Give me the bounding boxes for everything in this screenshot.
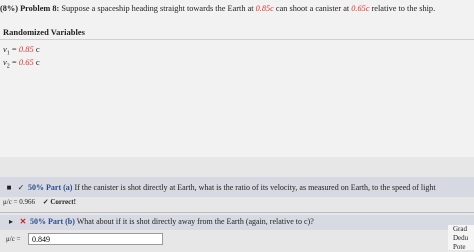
var-unit: c [35,57,40,67]
var-value: 0.85 [18,44,34,54]
part-b-label[interactable]: Part (b) [48,217,75,226]
variable-v1: v1 = 0.85 c [3,44,40,57]
expand-icon[interactable]: ■ [4,183,14,192]
grade-summary: Grad Dedu Pote [448,225,474,251]
var-sub: 1 [6,50,10,57]
problem-value-1: 0.85c [255,4,274,13]
var-unit: c [35,44,40,54]
part-b-percent: 50% [30,217,46,226]
problem-value-2: 0.65c [351,4,370,13]
part-b-question: ▸ ✕ 50% Part (b) What about if it is sho… [6,217,314,226]
grade-line: Pote [453,243,466,251]
part-a-question: ■ ✓ 50% Part (a) If the canister is shot… [4,183,436,192]
correct-badge: ✓ Correct! [42,198,76,206]
problem-text-1: Suppose a spaceship heading straight tow… [61,4,254,13]
problem-panel [0,0,474,157]
part-b-question-text: What about if it is shot directly away f… [76,217,314,226]
var-eq: = [11,44,17,54]
problem-text-2: can shoot a canister at [275,4,350,13]
problem-text-3: relative to the ship. [371,4,436,13]
divider [0,212,474,213]
part-a-label[interactable]: Part (a) [46,183,72,192]
part-a-answer-text: μ/c = 0.966 [3,198,36,206]
close-icon: ✕ [19,217,27,226]
part-a-question-text: If the canister is shot directly at Eart… [74,183,436,192]
expand-icon[interactable]: ▸ [6,217,16,226]
problem-statement: (8%) Problem 8: Suppose a spaceship head… [0,4,474,13]
var-eq: = [11,57,17,67]
part-b-answer-prefix: μ/c = [6,235,21,243]
problem-prefix: (8%) [0,4,18,13]
part-a-percent: 50% [28,183,44,192]
grade-line: Grad [453,225,467,233]
grade-line: Dedu [453,234,469,242]
part-a-answer: μ/c = 0.966 ✓ Correct! [3,198,76,206]
var-sub: 2 [6,63,10,70]
problem-label: Problem 8: [20,4,60,13]
randomized-variables-title: Randomized Variables [3,27,85,37]
divider [0,39,474,40]
answer-input[interactable] [28,233,163,245]
variable-v2: v2 = 0.65 c [3,57,40,70]
var-value: 0.65 [18,57,34,67]
check-icon: ✓ [17,183,25,192]
